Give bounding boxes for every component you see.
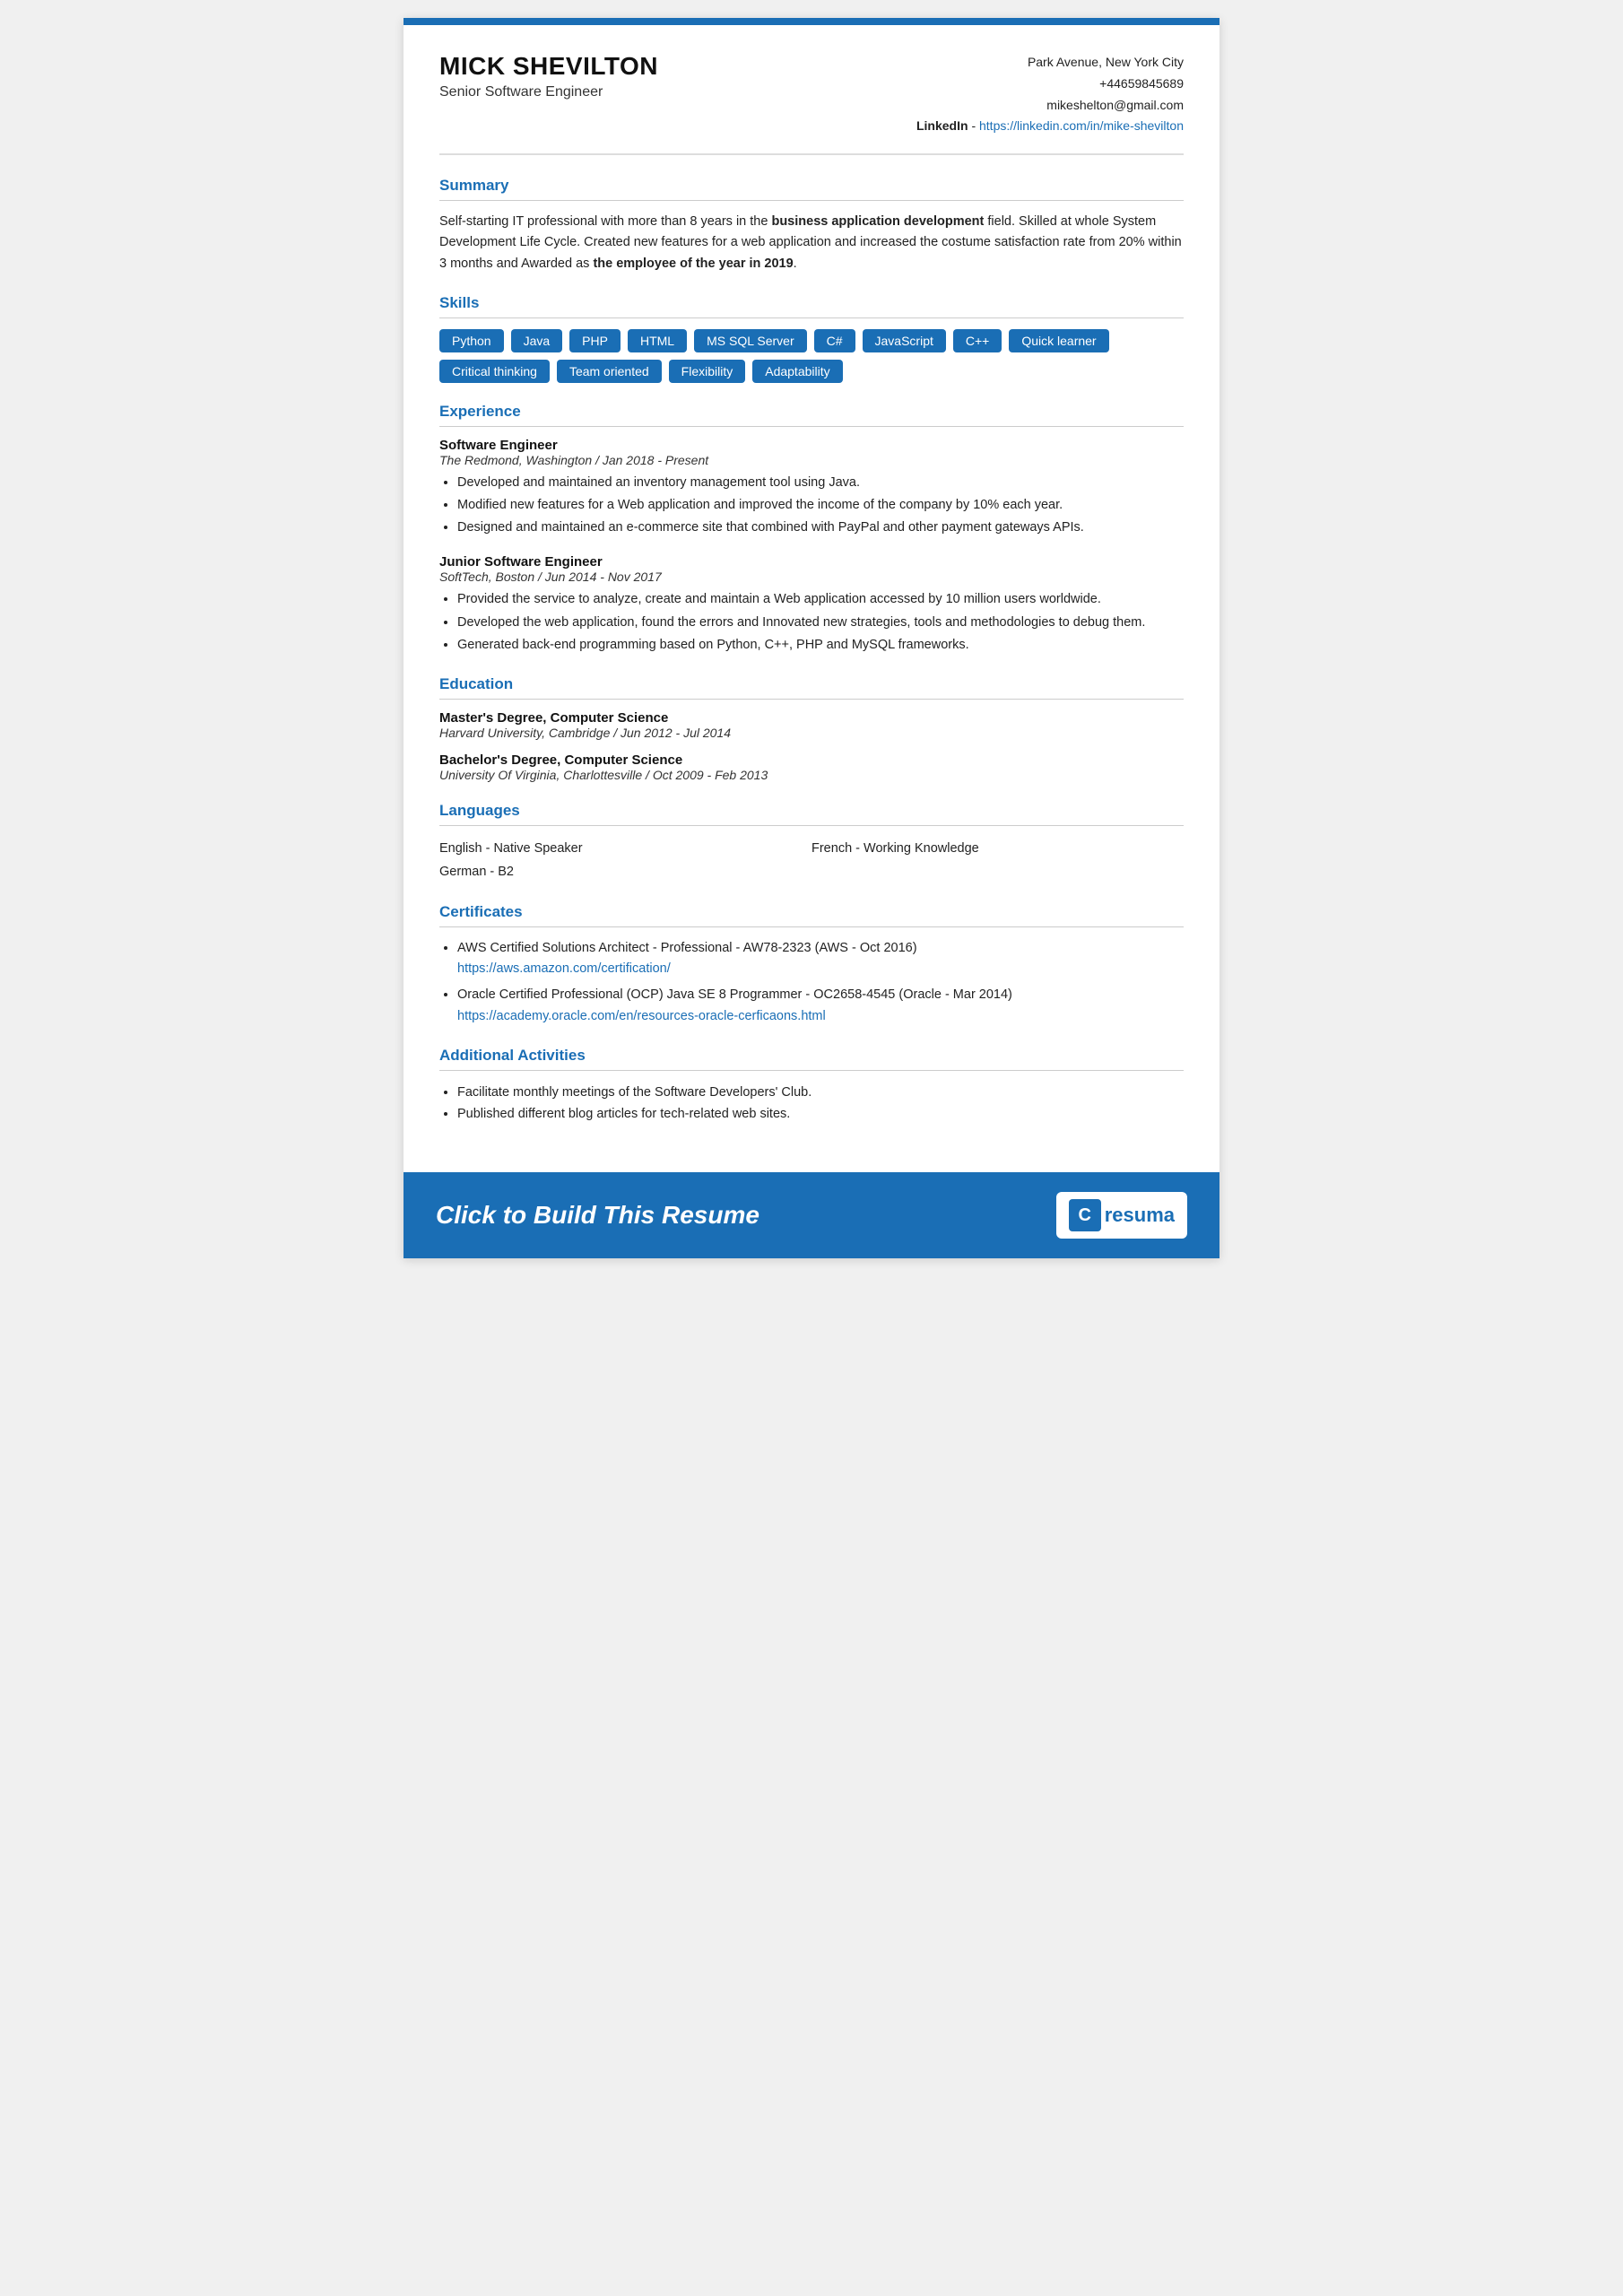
skill-badge: PHP bbox=[569, 329, 621, 352]
additional-activities-divider bbox=[439, 1070, 1184, 1071]
cta-logo-text: resuma bbox=[1105, 1204, 1175, 1227]
skills-divider bbox=[439, 317, 1184, 318]
skill-badge: Quick learner bbox=[1009, 329, 1108, 352]
languages-grid: English - Native SpeakerGerman - B2 Fren… bbox=[439, 837, 1184, 883]
skills-title: Skills bbox=[439, 294, 1184, 312]
resume-content: MICK SHEVILTON Senior Software Engineer … bbox=[404, 25, 1219, 1172]
list-item: Provided the service to analyze, create … bbox=[457, 589, 1184, 610]
resume-document: MICK SHEVILTON Senior Software Engineer … bbox=[404, 18, 1219, 1258]
education-list: Master's Degree, Computer ScienceHarvard… bbox=[439, 710, 1184, 782]
list-item: Generated back-end programming based on … bbox=[457, 635, 1184, 656]
skill-badge: Team oriented bbox=[557, 360, 662, 383]
summary-title: Summary bbox=[439, 177, 1184, 195]
skills-section: Skills Python Java PHP HTML MS SQL Server C# J… bbox=[439, 294, 1184, 383]
skills-container: Python Java PHP HTML MS SQL Server C# JavaScri… bbox=[439, 329, 1184, 383]
languages-title: Languages bbox=[439, 802, 1184, 820]
language-item: English - Native Speaker bbox=[439, 837, 812, 860]
experience-list: Software EngineerThe Redmond, Washington… bbox=[439, 438, 1184, 656]
cert-link[interactable]: https://academy.oracle.com/en/resources-… bbox=[457, 1006, 1184, 1027]
top-accent-bar bbox=[404, 18, 1219, 25]
experience-item: Software EngineerThe Redmond, Washington… bbox=[439, 438, 1184, 539]
skill-badge: Adaptability bbox=[752, 360, 842, 383]
phone: +44659845689 bbox=[916, 74, 1184, 95]
education-item: Master's Degree, Computer ScienceHarvard… bbox=[439, 710, 1184, 740]
experience-section: Experience Software EngineerThe Redmond,… bbox=[439, 403, 1184, 656]
exp-bullets: Developed and maintained an inventory ma… bbox=[457, 473, 1184, 539]
languages-section: Languages English - Native SpeakerGerman… bbox=[439, 802, 1184, 883]
experience-divider bbox=[439, 426, 1184, 427]
list-item: Developed the web application, found the… bbox=[457, 613, 1184, 633]
exp-job-title: Software Engineer bbox=[439, 438, 1184, 453]
certificates-title: Certificates bbox=[439, 903, 1184, 921]
skill-badge: Flexibility bbox=[669, 360, 746, 383]
certificates-divider bbox=[439, 926, 1184, 927]
list-item: Published different blog articles for te… bbox=[457, 1103, 1184, 1126]
education-section: Education Master's Degree, Computer Scie… bbox=[439, 675, 1184, 782]
education-title: Education bbox=[439, 675, 1184, 693]
linkedin-line: LinkedIn - https://linkedin.com/in/mike-… bbox=[916, 116, 1184, 137]
list-item: Modified new features for a Web applicat… bbox=[457, 495, 1184, 516]
additional-activities-section: Additional Activities Facilitate monthly… bbox=[439, 1047, 1184, 1126]
skill-badge: Java bbox=[511, 329, 563, 352]
summary-section: Summary Self-starting IT professional wi… bbox=[439, 177, 1184, 274]
list-item: Developed and maintained an inventory ma… bbox=[457, 473, 1184, 493]
skill-badge: HTML bbox=[628, 329, 687, 352]
language-item: French - Working Knowledge bbox=[812, 837, 1184, 860]
cta-banner[interactable]: Click to Build This Resume C resuma bbox=[404, 1172, 1219, 1258]
languages-col1: English - Native SpeakerGerman - B2 bbox=[439, 837, 812, 883]
additional-activities-title: Additional Activities bbox=[439, 1047, 1184, 1065]
skill-badge: Python bbox=[439, 329, 504, 352]
summary-bold2: the employee of the year in 2019 bbox=[593, 257, 793, 271]
candidate-name: MICK SHEVILTON bbox=[439, 52, 658, 81]
experience-title: Experience bbox=[439, 403, 1184, 421]
linkedin-url[interactable]: https://linkedin.com/in/mike-shevilton bbox=[979, 118, 1184, 133]
education-item: Bachelor's Degree, Computer ScienceUnive… bbox=[439, 752, 1184, 782]
skill-badge: JavaScript bbox=[863, 329, 946, 352]
exp-bullets: Provided the service to analyze, create … bbox=[457, 589, 1184, 656]
skill-badge: C++ bbox=[953, 329, 1002, 352]
edu-degree: Master's Degree, Computer Science bbox=[439, 710, 1184, 726]
cta-logo-icon-letter: C bbox=[1078, 1205, 1090, 1226]
address: Park Avenue, New York City bbox=[916, 52, 1184, 74]
exp-subtitle: SoftTech, Boston / Jun 2014 - Nov 2017 bbox=[439, 570, 1184, 584]
skill-badge: Critical thinking bbox=[439, 360, 550, 383]
summary-text-before: Self-starting IT professional with more … bbox=[439, 214, 771, 229]
experience-item: Junior Software EngineerSoftTech, Boston… bbox=[439, 554, 1184, 656]
list-item: AWS Certified Solutions Architect - Prof… bbox=[457, 938, 1184, 979]
cta-text[interactable]: Click to Build This Resume bbox=[436, 1201, 759, 1230]
header-left: MICK SHEVILTON Senior Software Engineer bbox=[439, 52, 658, 100]
exp-job-title: Junior Software Engineer bbox=[439, 554, 1184, 570]
linkedin-label: LinkedIn bbox=[916, 118, 968, 133]
languages-divider bbox=[439, 825, 1184, 826]
edu-degree: Bachelor's Degree, Computer Science bbox=[439, 752, 1184, 768]
summary-text-end: . bbox=[794, 257, 797, 271]
linkedin-dash: - bbox=[971, 118, 979, 133]
edu-school: University Of Virginia, Charlottesville … bbox=[439, 768, 1184, 782]
skill-badge: MS SQL Server bbox=[694, 329, 807, 352]
job-title: Senior Software Engineer bbox=[439, 84, 658, 100]
cta-logo: C resuma bbox=[1056, 1192, 1187, 1239]
certificates-list: AWS Certified Solutions Architect - Prof… bbox=[457, 938, 1184, 1027]
cert-link[interactable]: https://aws.amazon.com/certification/ bbox=[457, 959, 1184, 979]
email: mikeshelton@gmail.com bbox=[916, 95, 1184, 117]
header-right: Park Avenue, New York City +44659845689 … bbox=[916, 52, 1184, 137]
header-section: MICK SHEVILTON Senior Software Engineer … bbox=[439, 52, 1184, 155]
skill-badge: C# bbox=[814, 329, 855, 352]
languages-col2: French - Working Knowledge bbox=[812, 837, 1184, 883]
summary-text: Self-starting IT professional with more … bbox=[439, 212, 1184, 274]
additional-activities-list: Facilitate monthly meetings of the Softw… bbox=[457, 1082, 1184, 1126]
cta-logo-icon: C bbox=[1069, 1199, 1101, 1231]
language-item: German - B2 bbox=[439, 860, 812, 883]
edu-school: Harvard University, Cambridge / Jun 2012… bbox=[439, 726, 1184, 740]
list-item: Oracle Certified Professional (OCP) Java… bbox=[457, 985, 1184, 1026]
exp-subtitle: The Redmond, Washington / Jan 2018 - Pre… bbox=[439, 453, 1184, 467]
list-item: Facilitate monthly meetings of the Softw… bbox=[457, 1082, 1184, 1104]
education-divider bbox=[439, 699, 1184, 700]
list-item: Designed and maintained an e-commerce si… bbox=[457, 517, 1184, 538]
certificates-section: Certificates AWS Certified Solutions Arc… bbox=[439, 903, 1184, 1027]
summary-divider bbox=[439, 200, 1184, 201]
summary-bold1: business application development bbox=[771, 214, 984, 229]
